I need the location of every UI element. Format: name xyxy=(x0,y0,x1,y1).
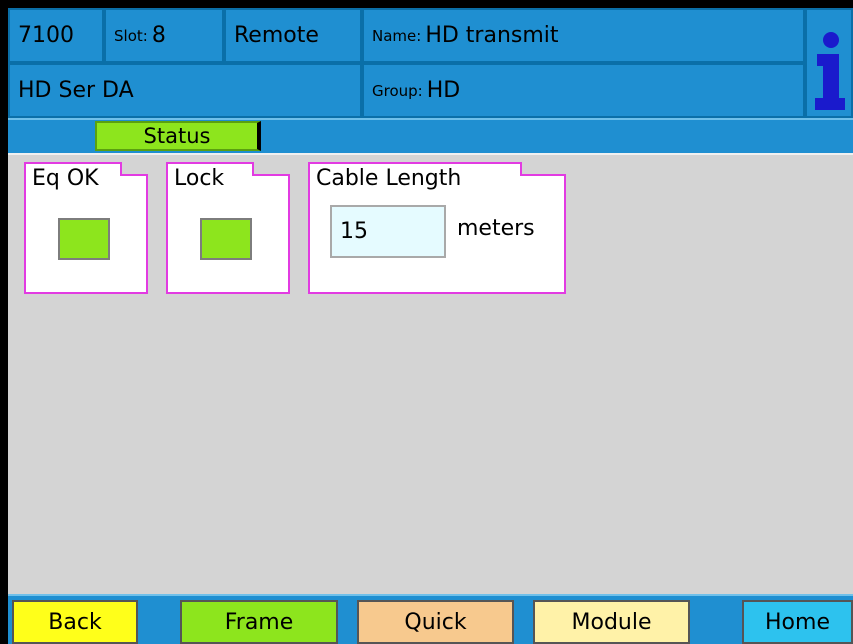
back-button-label: Back xyxy=(48,609,102,635)
model-cell: 7100 xyxy=(8,8,104,63)
eq-ok-label: Eq OK xyxy=(32,166,99,191)
name-value: HD transmit xyxy=(425,23,559,48)
info-button[interactable] xyxy=(805,8,853,118)
screen: 7100 Slot: 8 Remote Name: HD transmit HD… xyxy=(0,0,853,644)
lock-indicator xyxy=(200,218,252,260)
eq-ok-indicator xyxy=(58,218,110,260)
home-button[interactable]: Home xyxy=(742,600,853,644)
model-number: 7100 xyxy=(18,23,74,48)
eq-ok-notch xyxy=(120,162,148,176)
eq-ok-group: Eq OK xyxy=(24,162,148,294)
name-cell[interactable]: Name: HD transmit xyxy=(362,8,805,63)
tab-status-label: Status xyxy=(143,124,211,148)
module-type: HD Ser DA xyxy=(18,78,134,103)
frame-button[interactable]: Frame xyxy=(180,600,338,644)
group-label: Group: xyxy=(372,81,423,100)
tab-status[interactable]: Status xyxy=(95,121,261,151)
cable-length-notch xyxy=(520,162,566,176)
quick-button[interactable]: Quick xyxy=(357,600,514,644)
group-value: HD xyxy=(426,78,461,103)
mode-label: Remote xyxy=(234,23,319,48)
name-label: Name: xyxy=(372,26,422,45)
slot-cell: Slot: 8 xyxy=(104,8,224,63)
cable-length-field: 15 xyxy=(330,205,446,258)
cable-length-value: 15 xyxy=(340,219,368,244)
home-button-label: Home xyxy=(765,609,830,635)
lock-group: Lock xyxy=(166,162,290,294)
info-icon xyxy=(815,32,845,110)
frame-button-label: Frame xyxy=(224,609,294,635)
cable-length-label: Cable Length xyxy=(316,166,462,191)
lock-label: Lock xyxy=(174,166,225,191)
back-button[interactable]: Back xyxy=(12,600,138,644)
mode-cell: Remote xyxy=(224,8,362,63)
lock-notch xyxy=(252,162,290,176)
quick-button-label: Quick xyxy=(404,609,467,635)
slot-label: Slot: xyxy=(114,26,148,45)
slot-value: 8 xyxy=(151,23,166,48)
cable-length-unit: meters xyxy=(457,216,535,241)
module-button[interactable]: Module xyxy=(533,600,690,644)
group-cell[interactable]: Group: HD xyxy=(362,63,805,118)
module-button-label: Module xyxy=(571,609,652,635)
module-type-cell: HD Ser DA xyxy=(8,63,362,118)
